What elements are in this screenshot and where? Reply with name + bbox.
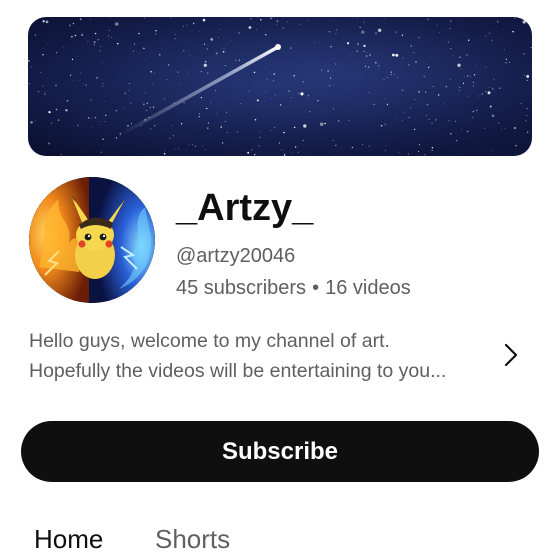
channel-handle: @artzy20046 <box>176 245 296 267</box>
subscriber-count: 45 subscribers <box>176 277 307 299</box>
shooting-star-head <box>275 44 281 50</box>
stats-separator: • <box>312 277 320 299</box>
chevron-right-icon[interactable] <box>500 342 522 368</box>
subscribe-button[interactable]: Subscribe <box>21 421 539 482</box>
video-count: 16 videos <box>325 277 411 299</box>
avatar[interactable] <box>29 177 155 303</box>
channel-banner <box>28 17 532 156</box>
description-line-1: Hello guys, welcome to my channel of art… <box>29 330 390 352</box>
channel-stats: 45 subscribers • 16 videos <box>176 275 411 301</box>
channel-name: _Artzy_ <box>176 187 314 229</box>
channel-description[interactable]: Hello guys, welcome to my channel of art… <box>29 326 489 386</box>
tab-shorts[interactable]: Shorts <box>155 522 230 556</box>
pikachu-avatar-icon <box>29 177 155 303</box>
tab-home[interactable]: Home <box>34 522 103 556</box>
starry-sky-image <box>28 17 532 156</box>
channel-page: _Artzy_ @artzy20046 45 subscribers • 16 vi… <box>0 0 560 560</box>
description-line-2: Hopefully the videos will be entertainin… <box>29 360 447 382</box>
